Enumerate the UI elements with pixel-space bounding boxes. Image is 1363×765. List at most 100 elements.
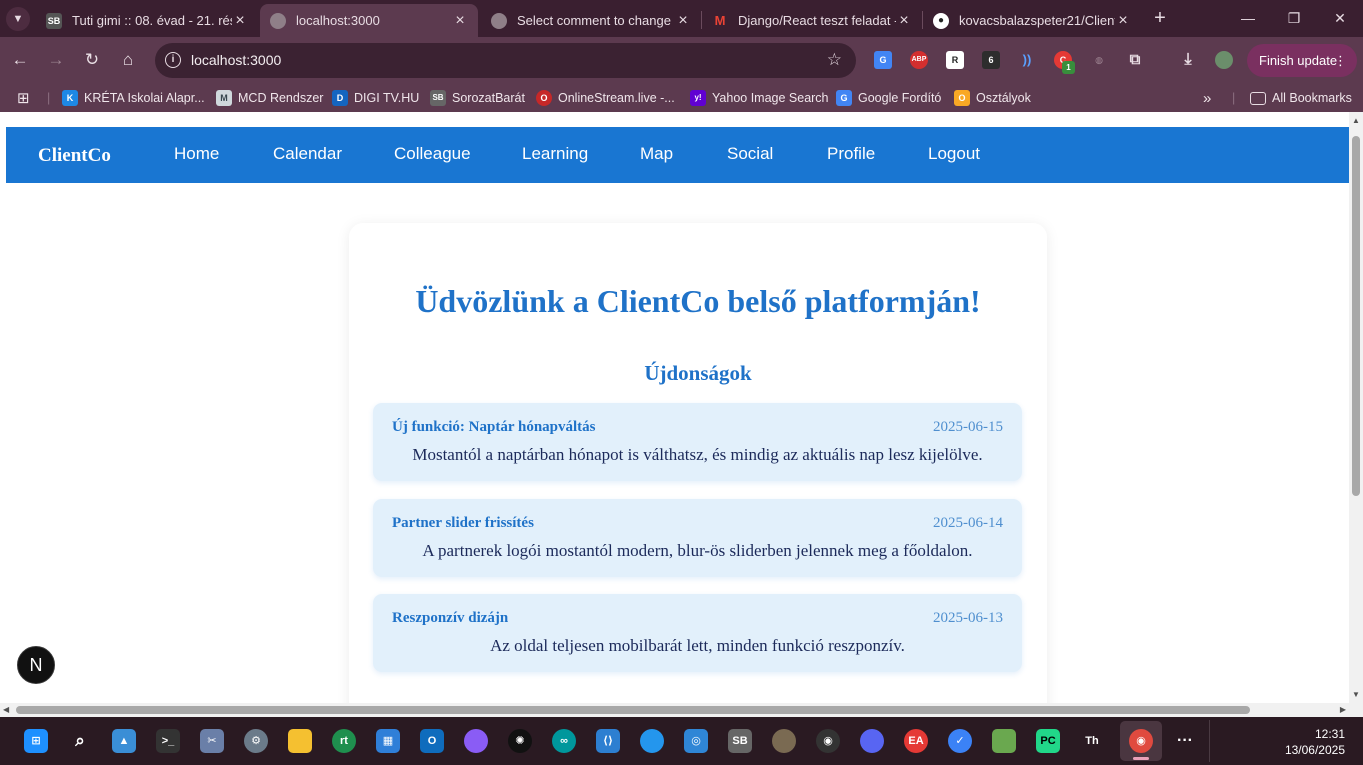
typora-icon[interactable]: Th [1080, 729, 1104, 753]
bookmark-google-fordito[interactable]: G Google Fordító [836, 89, 941, 107]
reload-icon[interactable]: ↻ [79, 47, 105, 73]
brand-logo[interactable]: ClientCo [38, 145, 111, 167]
nav-colleague[interactable]: Colleague [394, 144, 471, 164]
overflow-dots-icon[interactable]: ··· [1173, 729, 1197, 753]
copilot-icon[interactable] [464, 729, 488, 753]
rt-icon[interactable]: rt [332, 729, 356, 753]
sorozatbarat-icon[interactable]: SB [728, 729, 752, 753]
menu-dots-icon[interactable]: ⋮ [1334, 44, 1347, 77]
tab-title: Select comment to change | [517, 13, 675, 28]
horizontal-scrollbar[interactable]: ◀ ▶ [0, 703, 1363, 717]
snipping-icon[interactable]: ✂ [200, 729, 224, 753]
audio-extension-icon[interactable]: )) [1018, 51, 1036, 69]
tab-title: Django/React teszt feladat - [738, 13, 896, 28]
home-icon[interactable]: ⌂ [115, 47, 141, 73]
bookmark-kreta[interactable]: K KRÉTA Iskolai Alapr... [62, 89, 205, 107]
nav-map[interactable]: Map [640, 144, 673, 164]
bookmark-label: SorozatBarát [452, 91, 525, 105]
bookmark-sorozatbarat[interactable]: SB SorozatBarát [430, 89, 525, 107]
scroll-right-arrow-icon[interactable]: ▶ [1340, 705, 1346, 714]
site-navbar: ClientCo Home Calendar Colleague Learnin… [6, 127, 1349, 183]
notepad-icon[interactable] [992, 729, 1016, 753]
photos-icon[interactable]: ▲ [112, 729, 136, 753]
minimize-icon[interactable]: — [1225, 0, 1271, 37]
vertical-scroll-thumb[interactable] [1352, 136, 1360, 496]
scroll-down-arrow-icon[interactable]: ▼ [1352, 690, 1360, 699]
back-icon[interactable]: ← [7, 47, 33, 73]
system-clock[interactable]: 12:31 13/06/2025 [1270, 726, 1345, 758]
nav-profile[interactable]: Profile [827, 144, 875, 164]
restore-icon[interactable]: ❐ [1271, 0, 1317, 37]
bookmark-mcd[interactable]: M MCD Rendszer [216, 89, 323, 107]
vertical-scrollbar[interactable]: ▲ ▼ [1349, 112, 1363, 703]
terminal-icon[interactable]: >_ [156, 729, 180, 753]
extensions-puzzle-icon[interactable]: ⧉ [1126, 51, 1144, 69]
close-tab-icon[interactable]: × [1115, 12, 1131, 30]
tab-search-button[interactable]: ▼ [6, 7, 30, 31]
app-icon[interactable]: ◎ [684, 729, 708, 753]
r-extension-icon[interactable]: R [946, 51, 964, 69]
tab-github[interactable]: ● kovacsbalazspeter21/Client × [923, 4, 1141, 37]
docker-icon[interactable] [640, 729, 664, 753]
forward-icon[interactable]: → [43, 47, 69, 73]
discord-icon[interactable] [860, 729, 884, 753]
scroll-left-arrow-icon[interactable]: ◀ [3, 705, 9, 714]
news-date: 2025-06-15 [933, 419, 1003, 435]
vpn-icon[interactable]: ✓ [948, 729, 972, 753]
nav-home[interactable]: Home [174, 144, 219, 164]
six-extension-icon[interactable]: 6 [982, 51, 1000, 69]
scroll-up-arrow-icon[interactable]: ▲ [1352, 116, 1360, 125]
tab-select-comment[interactable]: Select comment to change | × [481, 4, 701, 37]
profile-avatar[interactable] [1215, 51, 1233, 69]
address-bar[interactable]: i localhost:3000 ☆ [155, 43, 856, 78]
clock-time: 12:31 [1314, 727, 1345, 741]
file-explorer-icon[interactable] [288, 729, 312, 753]
finish-update-button[interactable]: Finish update ⋮ [1247, 44, 1357, 77]
close-tab-icon[interactable]: × [896, 12, 912, 30]
apps-grid-icon[interactable]: ⊞ [17, 89, 30, 107]
outlook-icon[interactable]: O [420, 729, 444, 753]
adblock-plus-icon[interactable]: ABP [910, 51, 928, 69]
close-tab-icon[interactable]: × [675, 12, 691, 30]
gimp-icon[interactable] [772, 729, 796, 753]
chatgpt-icon[interactable]: ✺ [508, 729, 532, 753]
bookmark-yahoo[interactable]: y! Yahoo Image Search [690, 89, 829, 107]
start-icon[interactable]: ⊞ [24, 729, 48, 753]
tab-tuti-gimi[interactable]: SB Tuti gimi :: 08. évad - 21. rés × [36, 4, 258, 37]
yahoo-icon: y! [690, 90, 706, 106]
nav-logout[interactable]: Logout [928, 144, 980, 164]
nav-social[interactable]: Social [727, 144, 773, 164]
search-icon[interactable]: ⌕ [68, 729, 92, 753]
close-tab-icon[interactable]: × [232, 12, 248, 30]
bookmark-digi[interactable]: D DIGI TV.HU [332, 89, 419, 107]
chrome-icon[interactable]: ◉ [1129, 729, 1153, 753]
site-info-icon[interactable]: i [165, 52, 181, 68]
close-window-icon[interactable]: ✕ [1317, 0, 1363, 37]
download-icon[interactable]: ⤓ [1179, 51, 1197, 69]
ea-icon[interactable]: EA [904, 729, 928, 753]
bookmark-osztalyok[interactable]: O Osztályok [954, 89, 1031, 107]
store-icon[interactable]: ▦ [376, 729, 400, 753]
mouse-extension-icon[interactable]: ◍ [1090, 51, 1108, 69]
pycharm-icon[interactable]: PC [1036, 729, 1060, 753]
nav-calendar[interactable]: Calendar [273, 144, 342, 164]
close-tab-icon[interactable]: × [452, 12, 468, 30]
settings-icon[interactable]: ⚙ [244, 729, 268, 753]
url-text[interactable]: localhost:3000 [191, 52, 281, 68]
nextjs-dev-badge[interactable]: N [17, 646, 55, 684]
more-bookmarks-chevron-icon[interactable]: » [1203, 89, 1211, 107]
all-bookmarks-folder[interactable]: All Bookmarks [1250, 89, 1352, 107]
new-tab-button[interactable]: + [1149, 7, 1171, 29]
kreta-icon: K [62, 90, 78, 106]
google-translate-extension-icon[interactable]: G [874, 51, 892, 69]
tab-localhost[interactable]: localhost:3000 × [260, 4, 478, 37]
bookmark-onlinestream[interactable]: O OnlineStream.live -... [536, 89, 675, 107]
horizontal-scroll-thumb[interactable] [16, 706, 1250, 714]
tab-gmail[interactable]: M Django/React teszt feladat - × [702, 4, 922, 37]
nav-learning[interactable]: Learning [522, 144, 588, 164]
obs-icon[interactable]: ◉ [816, 729, 840, 753]
vscode-icon[interactable]: ⟨⟩ [596, 729, 620, 753]
bookmark-star-icon[interactable]: ☆ [827, 50, 842, 70]
arduino-icon[interactable]: ∞ [552, 729, 576, 753]
news-title: Új funkció: Naptár hónapváltás [392, 419, 596, 435]
